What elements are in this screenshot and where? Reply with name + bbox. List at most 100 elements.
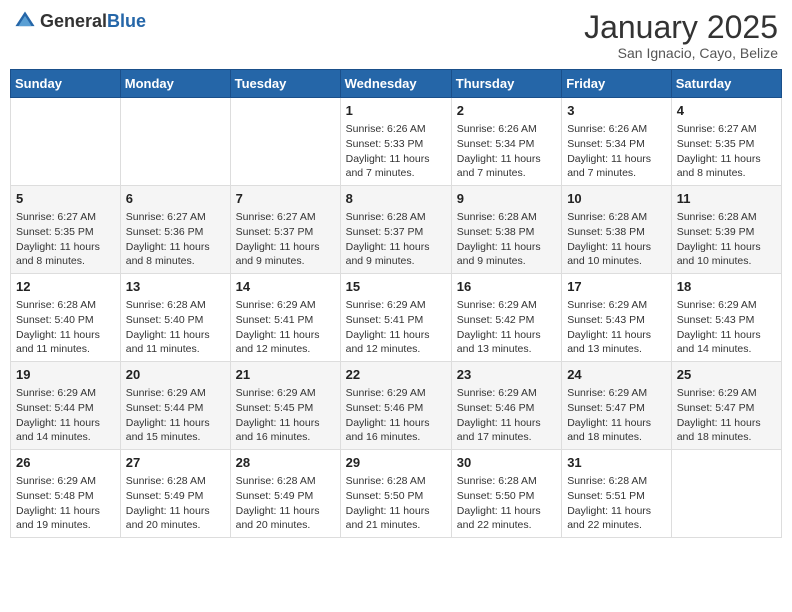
- calendar-cell: 26 Sunrise: 6:29 AMSunset: 5:48 PMDayligh…: [11, 449, 121, 537]
- day-info: Sunrise: 6:28 AMSunset: 5:40 PMDaylight:…: [126, 298, 225, 357]
- calendar-cell: 18 Sunrise: 6:29 AMSunset: 5:43 PMDayligh…: [671, 274, 781, 362]
- day-info: Sunrise: 6:28 AMSunset: 5:39 PMDaylight:…: [677, 210, 776, 269]
- day-info: Sunrise: 6:29 AMSunset: 5:43 PMDaylight:…: [567, 298, 666, 357]
- calendar-week-row: 1Sunrise: 6:26 AMSunset: 5:33 PMDaylight…: [11, 98, 782, 186]
- month-title: January 2025: [584, 10, 778, 45]
- day-number: 11: [677, 190, 776, 208]
- day-info: Sunrise: 6:28 AMSunset: 5:49 PMDaylight:…: [126, 474, 225, 533]
- calendar-cell: [230, 98, 340, 186]
- calendar-cell: 31 Sunrise: 6:28 AMSunset: 5:51 PMDayligh…: [562, 449, 672, 537]
- day-number: 28: [236, 454, 335, 472]
- day-header-monday: Monday: [120, 70, 230, 98]
- calendar-cell: 29 Sunrise: 6:28 AMSunset: 5:50 PMDayligh…: [340, 449, 451, 537]
- day-info: Sunrise: 6:29 AMSunset: 5:45 PMDaylight:…: [236, 386, 335, 445]
- calendar-cell: 22 Sunrise: 6:29 AMSunset: 5:46 PMDayligh…: [340, 362, 451, 450]
- day-number: 18: [677, 278, 776, 296]
- calendar-cell: 11 Sunrise: 6:28 AMSunset: 5:39 PMDayligh…: [671, 186, 781, 274]
- day-info: Sunrise: 6:29 AMSunset: 5:43 PMDaylight:…: [677, 298, 776, 357]
- day-number: 14: [236, 278, 335, 296]
- calendar-cell: 16 Sunrise: 6:29 AMSunset: 5:42 PMDayligh…: [451, 274, 561, 362]
- day-info: Sunrise: 6:29 AMSunset: 5:41 PMDaylight:…: [346, 298, 446, 357]
- calendar-cell: 12 Sunrise: 6:28 AMSunset: 5:40 PMDayligh…: [11, 274, 121, 362]
- calendar-cell: 14 Sunrise: 6:29 AMSunset: 5:41 PMDayligh…: [230, 274, 340, 362]
- calendar-cell: 25Sunrise: 6:29 AMSunset: 5:47 PMDayligh…: [671, 362, 781, 450]
- day-number: 5: [16, 190, 115, 208]
- day-number: 9: [457, 190, 556, 208]
- calendar-cell: 20Sunrise: 6:29 AMSunset: 5:44 PMDayligh…: [120, 362, 230, 450]
- day-info: Sunrise: 6:26 AMSunset: 5:34 PMDaylight:…: [567, 122, 666, 181]
- calendar-header-row: SundayMondayTuesdayWednesdayThursdayFrid…: [11, 70, 782, 98]
- day-info: Sunrise: 6:28 AMSunset: 5:51 PMDaylight:…: [567, 474, 666, 533]
- calendar-week-row: 19 Sunrise: 6:29 AMSunset: 5:44 PMDayligh…: [11, 362, 782, 450]
- calendar-week-row: 12 Sunrise: 6:28 AMSunset: 5:40 PMDayligh…: [11, 274, 782, 362]
- calendar-cell: 8Sunrise: 6:28 AMSunset: 5:37 PMDaylight…: [340, 186, 451, 274]
- day-info: Sunrise: 6:28 AMSunset: 5:49 PMDaylight:…: [236, 474, 335, 533]
- day-info: Sunrise: 6:29 AMSunset: 5:42 PMDaylight:…: [457, 298, 556, 357]
- calendar-cell: 4Sunrise: 6:27 AMSunset: 5:35 PMDaylight…: [671, 98, 781, 186]
- day-info: Sunrise: 6:28 AMSunset: 5:37 PMDaylight:…: [346, 210, 446, 269]
- day-info: Sunrise: 6:29 AMSunset: 5:48 PMDaylight:…: [16, 474, 115, 533]
- day-info: Sunrise: 6:28 AMSunset: 5:40 PMDaylight:…: [16, 298, 115, 357]
- day-info: Sunrise: 6:29 AMSunset: 5:44 PMDaylight:…: [126, 386, 225, 445]
- day-info: Sunrise: 6:29 AMSunset: 5:47 PMDaylight:…: [567, 386, 666, 445]
- calendar-cell: 27 Sunrise: 6:28 AMSunset: 5:49 PMDayligh…: [120, 449, 230, 537]
- day-number: 30: [457, 454, 556, 472]
- day-number: 3: [567, 102, 666, 120]
- day-info: Sunrise: 6:28 AMSunset: 5:50 PMDaylight:…: [346, 474, 446, 533]
- day-info: Sunrise: 6:28 AMSunset: 5:38 PMDaylight:…: [567, 210, 666, 269]
- calendar-cell: 24Sunrise: 6:29 AMSunset: 5:47 PMDayligh…: [562, 362, 672, 450]
- logo-icon: [14, 10, 36, 32]
- calendar-cell: 10 Sunrise: 6:28 AMSunset: 5:38 PMDayligh…: [562, 186, 672, 274]
- calendar-cell: 9 Sunrise: 6:28 AMSunset: 5:38 PMDaylight…: [451, 186, 561, 274]
- calendar-cell: [120, 98, 230, 186]
- day-info: Sunrise: 6:27 AMSunset: 5:37 PMDaylight:…: [236, 210, 335, 269]
- day-header-saturday: Saturday: [671, 70, 781, 98]
- calendar-cell: 13 Sunrise: 6:28 AMSunset: 5:40 PMDayligh…: [120, 274, 230, 362]
- calendar-cell: 7 Sunrise: 6:27 AMSunset: 5:37 PMDaylight…: [230, 186, 340, 274]
- day-number: 26: [16, 454, 115, 472]
- day-number: 22: [346, 366, 446, 384]
- calendar-cell: 19 Sunrise: 6:29 AMSunset: 5:44 PMDayligh…: [11, 362, 121, 450]
- day-number: 7: [236, 190, 335, 208]
- calendar-week-row: 5 Sunrise: 6:27 AMSunset: 5:35 PMDaylight…: [11, 186, 782, 274]
- calendar-cell: 2Sunrise: 6:26 AMSunset: 5:34 PMDaylight…: [451, 98, 561, 186]
- calendar-cell: 1Sunrise: 6:26 AMSunset: 5:33 PMDaylight…: [340, 98, 451, 186]
- calendar-table: SundayMondayTuesdayWednesdayThursdayFrid…: [10, 69, 782, 538]
- calendar-cell: 5 Sunrise: 6:27 AMSunset: 5:35 PMDaylight…: [11, 186, 121, 274]
- day-number: 21: [236, 366, 335, 384]
- day-header-sunday: Sunday: [11, 70, 121, 98]
- day-number: 13: [126, 278, 225, 296]
- day-number: 17: [567, 278, 666, 296]
- location: San Ignacio, Cayo, Belize: [584, 45, 778, 61]
- calendar-cell: 6Sunrise: 6:27 AMSunset: 5:36 PMDaylight…: [120, 186, 230, 274]
- logo-text-general: General: [40, 11, 107, 31]
- calendar-cell: 30 Sunrise: 6:28 AMSunset: 5:50 PMDayligh…: [451, 449, 561, 537]
- day-info: Sunrise: 6:29 AMSunset: 5:46 PMDaylight:…: [457, 386, 556, 445]
- page-header: GeneralBlue January 2025 San Ignacio, Ca…: [10, 10, 782, 61]
- day-number: 27: [126, 454, 225, 472]
- day-number: 10: [567, 190, 666, 208]
- calendar-cell: 15Sunrise: 6:29 AMSunset: 5:41 PMDayligh…: [340, 274, 451, 362]
- day-number: 29: [346, 454, 446, 472]
- calendar-week-row: 26 Sunrise: 6:29 AMSunset: 5:48 PMDayligh…: [11, 449, 782, 537]
- day-header-friday: Friday: [562, 70, 672, 98]
- day-number: 16: [457, 278, 556, 296]
- day-number: 12: [16, 278, 115, 296]
- calendar-cell: [11, 98, 121, 186]
- day-info: Sunrise: 6:27 AMSunset: 5:35 PMDaylight:…: [16, 210, 115, 269]
- day-info: Sunrise: 6:28 AMSunset: 5:38 PMDaylight:…: [457, 210, 556, 269]
- day-header-wednesday: Wednesday: [340, 70, 451, 98]
- day-info: Sunrise: 6:26 AMSunset: 5:34 PMDaylight:…: [457, 122, 556, 181]
- calendar-cell: 21 Sunrise: 6:29 AMSunset: 5:45 PMDayligh…: [230, 362, 340, 450]
- day-info: Sunrise: 6:29 AMSunset: 5:46 PMDaylight:…: [346, 386, 446, 445]
- day-header-tuesday: Tuesday: [230, 70, 340, 98]
- day-info: Sunrise: 6:28 AMSunset: 5:50 PMDaylight:…: [457, 474, 556, 533]
- day-number: 19: [16, 366, 115, 384]
- day-info: Sunrise: 6:29 AMSunset: 5:44 PMDaylight:…: [16, 386, 115, 445]
- calendar-cell: [671, 449, 781, 537]
- day-info: Sunrise: 6:27 AMSunset: 5:35 PMDaylight:…: [677, 122, 776, 181]
- logo-text-blue: Blue: [107, 11, 146, 31]
- day-number: 1: [346, 102, 446, 120]
- day-info: Sunrise: 6:29 AMSunset: 5:41 PMDaylight:…: [236, 298, 335, 357]
- day-number: 31: [567, 454, 666, 472]
